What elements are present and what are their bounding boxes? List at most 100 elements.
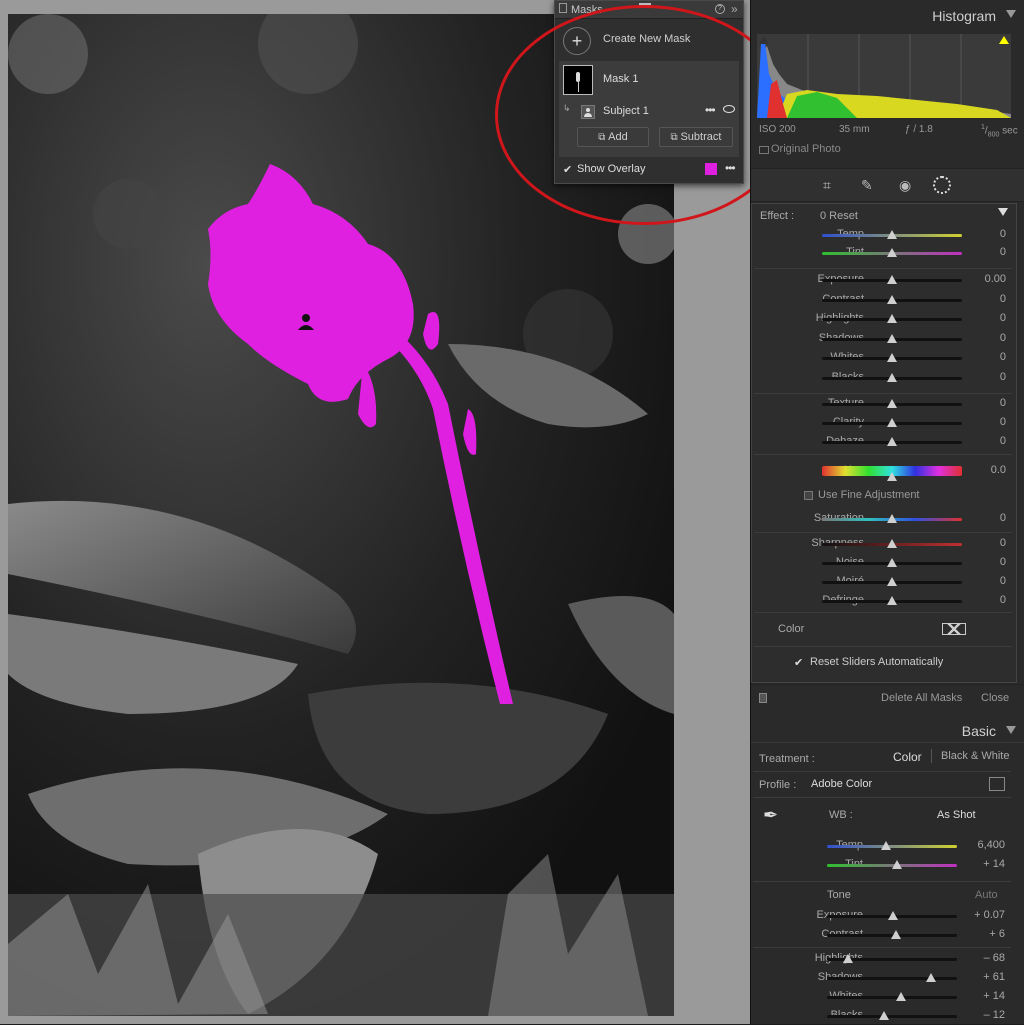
slider-value[interactable]: 0 <box>1000 594 1006 606</box>
more-options-icon[interactable]: ••• <box>705 103 716 117</box>
slider-track[interactable] <box>822 437 962 446</box>
treatment-color-option[interactable]: Color <box>893 750 922 764</box>
slider-track[interactable] <box>822 372 962 382</box>
histogram-title[interactable]: Histogram <box>932 8 996 24</box>
slider-thumb[interactable] <box>887 514 897 523</box>
close-button[interactable]: Close <box>981 692 1009 704</box>
slider-value[interactable]: 6,400 <box>977 839 1005 851</box>
slider-thumb[interactable] <box>842 954 853 963</box>
slider-track[interactable] <box>827 860 957 869</box>
profile-dropdown[interactable]: Adobe Color <box>811 778 872 790</box>
original-photo-checkbox[interactable] <box>759 146 769 154</box>
healing-icon[interactable]: ✎ <box>861 177 873 194</box>
slider-value[interactable]: 0 <box>1000 512 1006 524</box>
slider-shadows[interactable]: Shadows0 <box>752 330 1014 348</box>
slider-value[interactable]: 0 <box>1000 435 1006 447</box>
slider-thumb[interactable] <box>887 275 897 284</box>
basic-collapse-icon[interactable] <box>1006 726 1016 734</box>
fine-adjustment-checkbox[interactable] <box>804 491 813 500</box>
highlight-clipping-icon[interactable] <box>999 36 1009 44</box>
overlay-color-swatch[interactable] <box>705 163 717 175</box>
treatment-bw-option[interactable]: Black & White <box>941 750 1009 762</box>
slider-shadows[interactable]: Shadows+ 61 <box>751 969 1013 987</box>
slider-thumb[interactable] <box>887 577 897 586</box>
slider-track[interactable] <box>822 514 962 523</box>
delete-all-masks-button[interactable]: Delete All Masks <box>881 692 962 704</box>
slider-thumb[interactable] <box>887 353 897 362</box>
panel-minimize-icon[interactable] <box>639 3 651 6</box>
mask-name[interactable]: Mask 1 <box>603 73 638 85</box>
subject-name[interactable]: Subject 1 <box>603 105 649 117</box>
effect-preset-dropdown[interactable]: 0 Reset <box>820 210 858 222</box>
slider-track[interactable] <box>822 577 962 586</box>
slider-thumb[interactable] <box>887 399 897 408</box>
slider-track[interactable] <box>822 314 962 323</box>
effect-collapse-icon[interactable] <box>998 208 1008 216</box>
slider-thumb[interactable] <box>896 992 907 1001</box>
slider-value[interactable]: + 61 <box>983 971 1005 983</box>
slider-thumb[interactable] <box>887 596 897 605</box>
slider-value[interactable]: 0 <box>1000 537 1006 549</box>
help-icon[interactable]: ? <box>715 4 725 14</box>
slider-value[interactable]: 0 <box>1000 246 1006 258</box>
slider-value[interactable]: + 14 <box>983 858 1005 870</box>
slider-whites[interactable]: Whites0 <box>752 349 1014 367</box>
color-swatch-icon[interactable] <box>942 623 966 635</box>
slider-contrast[interactable]: Contrast+ 6 <box>751 926 1013 944</box>
slider-tint[interactable]: Tint+ 14 <box>751 856 1013 874</box>
slider-track[interactable] <box>827 954 957 963</box>
shadow-clipping-icon[interactable] <box>759 36 769 44</box>
slider-moir[interactable]: Moiré0 <box>752 573 1014 591</box>
slider-clarity[interactable]: Clarity0 <box>752 414 1014 432</box>
slider-value[interactable]: – 68 <box>984 952 1005 964</box>
slider-thumb[interactable] <box>890 930 901 939</box>
slider-track[interactable] <box>822 558 962 567</box>
slider-thumb[interactable] <box>887 418 897 427</box>
slider-thumb[interactable] <box>887 294 897 304</box>
slider-temp[interactable]: Temp6,400 <box>751 837 1013 855</box>
slider-thumb[interactable] <box>887 314 897 323</box>
slider-thumb[interactable] <box>926 973 936 982</box>
slider-track[interactable] <box>827 930 957 939</box>
slider-track[interactable] <box>822 466 962 481</box>
create-mask-plus-icon[interactable]: + <box>563 27 591 55</box>
slider-track[interactable] <box>822 248 962 257</box>
slider-value[interactable]: 0 <box>1000 312 1006 324</box>
slider-value[interactable]: 0 <box>1000 397 1006 409</box>
histogram-collapse-icon[interactable] <box>1006 10 1016 18</box>
add-button[interactable]: ⧉ Add <box>577 127 649 147</box>
slider-defringe[interactable]: Defringe0 <box>752 592 1014 610</box>
slider-value[interactable]: 0 <box>1000 575 1006 587</box>
slider-thumb[interactable] <box>887 558 897 567</box>
slider-value[interactable]: 0 <box>1000 332 1006 344</box>
slider-noise[interactable]: Noise0 <box>752 554 1014 572</box>
masking-icon[interactable] <box>933 176 951 194</box>
crop-icon[interactable]: ⌗ <box>823 177 831 194</box>
slider-thumb[interactable] <box>892 860 903 869</box>
slider-value[interactable]: 0 <box>1000 416 1006 428</box>
slider-thumb[interactable] <box>887 372 897 382</box>
slider-value[interactable]: 0 <box>1000 371 1006 383</box>
slider-track[interactable] <box>822 596 962 605</box>
slider-value[interactable]: + 14 <box>983 990 1005 1002</box>
slider-dehaze[interactable]: Dehaze0 <box>752 433 1014 451</box>
slider-blacks[interactable]: Blacks0 <box>752 369 1014 387</box>
slider-exposure[interactable]: Exposure+ 0.07 <box>751 907 1013 925</box>
slider-value[interactable]: 0 <box>1000 228 1006 240</box>
slider-track[interactable] <box>822 539 962 548</box>
slider-thumb[interactable] <box>880 841 891 850</box>
slider-highlights[interactable]: Highlights0 <box>752 310 1014 328</box>
masks-panel-header[interactable]: Masks ? » <box>555 1 743 19</box>
slider-track[interactable] <box>822 418 962 427</box>
slider-tint[interactable]: Tint0 <box>752 244 1014 262</box>
basic-title[interactable]: Basic <box>962 723 996 739</box>
slider-highlights[interactable]: Highlights– 68 <box>751 950 1013 968</box>
slider-thumb[interactable] <box>887 333 897 343</box>
histogram-graph[interactable] <box>757 34 1011 118</box>
slider-saturation[interactable]: Saturation0 <box>752 510 1014 528</box>
slider-blacks[interactable]: Blacks– 12 <box>751 1007 1013 1025</box>
slider-track[interactable] <box>827 1011 957 1020</box>
wb-dropdown[interactable]: As Shot <box>937 809 976 821</box>
tone-auto-button[interactable]: Auto <box>975 889 998 901</box>
collapse-icon[interactable]: » <box>731 2 738 16</box>
